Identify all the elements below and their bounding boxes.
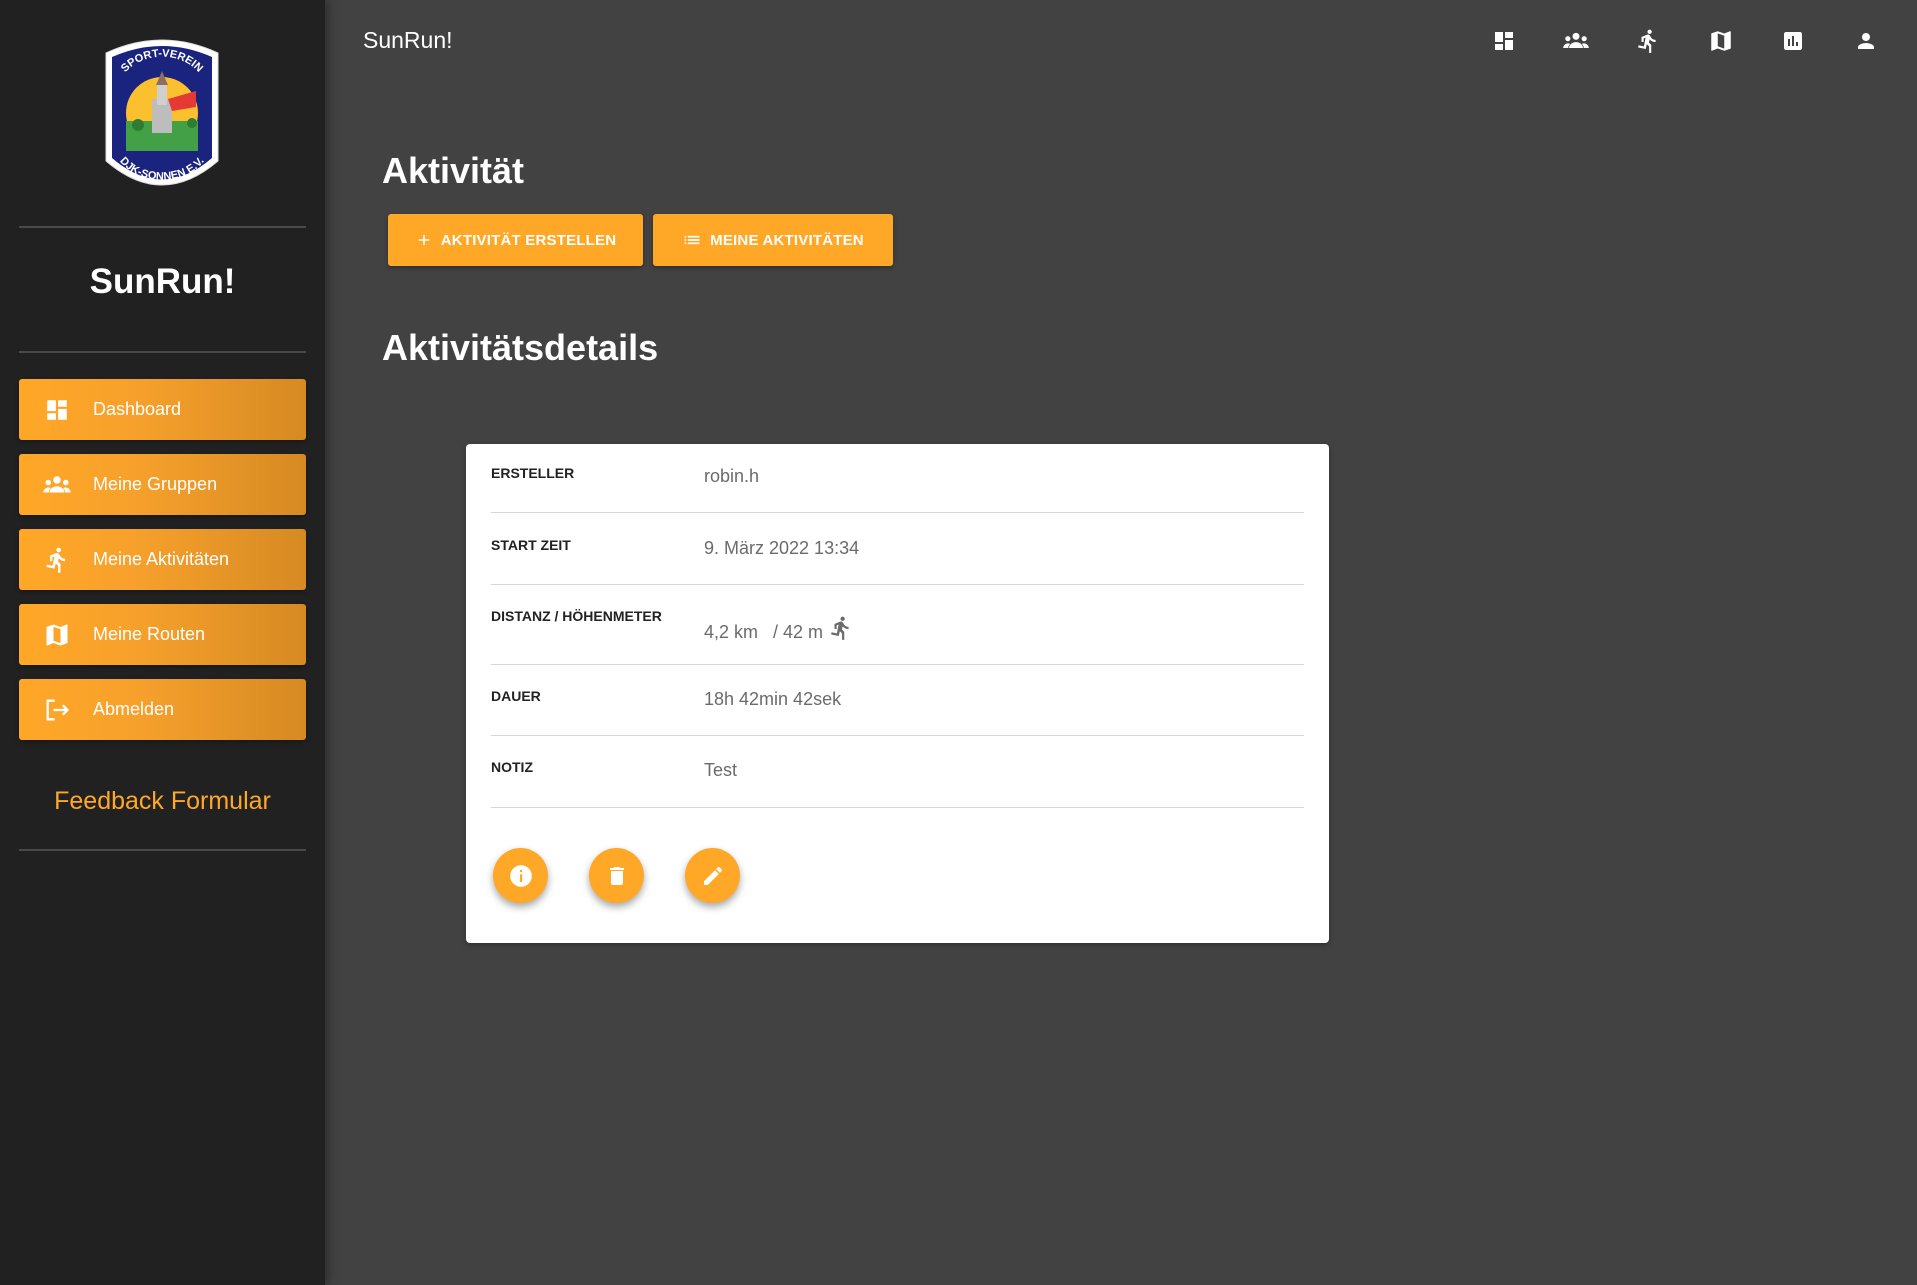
my-activities-label: MEINE AKTIVITÄTEN bbox=[710, 231, 864, 249]
sidebar-item-label: Meine Aktivitäten bbox=[93, 549, 230, 569]
delete-button[interactable] bbox=[589, 848, 644, 903]
detail-row-start-time: START ZEIT 9. März 2022 13:34 bbox=[491, 513, 1304, 585]
detail-label: ERSTELLER bbox=[491, 465, 575, 481]
detail-row-distance: DISTANZ / HÖHENMETER 4,2 km / 42 m bbox=[491, 585, 1304, 665]
elevation-value: / 42 m bbox=[773, 622, 824, 642]
sidebar-divider bbox=[19, 226, 306, 228]
map-icon[interactable] bbox=[1706, 26, 1736, 56]
create-activity-button[interactable]: AKTIVITÄT ERSTELLEN bbox=[388, 214, 643, 266]
sidebar-item-logout[interactable]: Abmelden bbox=[19, 679, 306, 740]
create-activity-label: AKTIVITÄT ERSTELLEN bbox=[440, 231, 617, 249]
detail-value: 18h 42min 42sek bbox=[704, 689, 842, 709]
trash-icon bbox=[609, 866, 624, 885]
info-button[interactable] bbox=[493, 848, 548, 903]
sidebar-item-dashboard[interactable]: Dashboard bbox=[19, 379, 306, 440]
detail-label: DISTANZ / HÖHENMETER bbox=[491, 608, 662, 624]
dashboard-icon[interactable] bbox=[1489, 26, 1519, 56]
dashboard-icon bbox=[42, 395, 72, 425]
detail-value: robin.h bbox=[704, 466, 760, 486]
groups-icon[interactable] bbox=[1561, 26, 1591, 56]
map-icon bbox=[42, 620, 72, 650]
edit-button[interactable] bbox=[685, 848, 740, 903]
feedback-link[interactable]: Feedback Formular bbox=[0, 787, 325, 816]
sidebar: SPORT-VEREIN DJK-SONNEN E.V. SunRun! Das… bbox=[0, 0, 325, 1285]
runner-icon[interactable] bbox=[1633, 26, 1663, 56]
pencil-icon bbox=[703, 866, 722, 885]
runner-icon bbox=[828, 613, 854, 643]
sidebar-divider bbox=[19, 849, 306, 851]
sidebar-item-activities[interactable]: Meine Aktivitäten bbox=[19, 529, 306, 590]
distance-value: 4,2 km bbox=[704, 622, 759, 642]
sidebar-item-routes[interactable]: Meine Routen bbox=[19, 604, 306, 665]
plus-icon bbox=[418, 234, 430, 246]
detail-value-group: 4,2 km / 42 m bbox=[704, 610, 854, 643]
groups-icon bbox=[42, 470, 72, 500]
chart-icon[interactable] bbox=[1778, 26, 1808, 56]
details-heading: Aktivitätsdetails bbox=[382, 327, 659, 368]
sidebar-item-label: Meine Gruppen bbox=[93, 474, 218, 494]
list-icon bbox=[684, 235, 700, 245]
info-icon bbox=[509, 864, 532, 887]
logout-icon bbox=[42, 695, 72, 725]
sidebar-item-label: Meine Routen bbox=[93, 624, 206, 644]
my-activities-button[interactable]: MEINE AKTIVITÄTEN bbox=[653, 214, 893, 266]
detail-row-creator: ERSTELLER robin.h bbox=[491, 444, 1304, 513]
detail-label: NOTIZ bbox=[491, 759, 533, 775]
topbar-title: SunRun! bbox=[363, 27, 453, 53]
sidebar-item-label: Abmelden bbox=[93, 699, 175, 719]
detail-row-duration: DAUER 18h 42min 42sek bbox=[491, 665, 1304, 736]
activity-details-card: ERSTELLER robin.h START ZEIT 9. März 202… bbox=[466, 444, 1329, 943]
page-title: Aktivität bbox=[382, 150, 525, 191]
sidebar-item-label: Dashboard bbox=[93, 399, 182, 419]
detail-label: START ZEIT bbox=[491, 537, 571, 553]
sidebar-brand: SunRun! bbox=[89, 262, 236, 301]
club-logo: SPORT-VEREIN DJK-SONNEN E.V. bbox=[96, 33, 228, 193]
detail-row-note: NOTIZ Test bbox=[491, 736, 1304, 808]
sidebar-divider bbox=[19, 351, 306, 353]
detail-value: Test bbox=[704, 760, 738, 780]
sidebar-item-groups[interactable]: Meine Gruppen bbox=[19, 454, 306, 515]
detail-label: DAUER bbox=[491, 688, 541, 704]
runner-icon bbox=[42, 545, 72, 575]
detail-value: 9. März 2022 13:34 bbox=[704, 538, 860, 558]
person-icon[interactable] bbox=[1851, 26, 1881, 56]
